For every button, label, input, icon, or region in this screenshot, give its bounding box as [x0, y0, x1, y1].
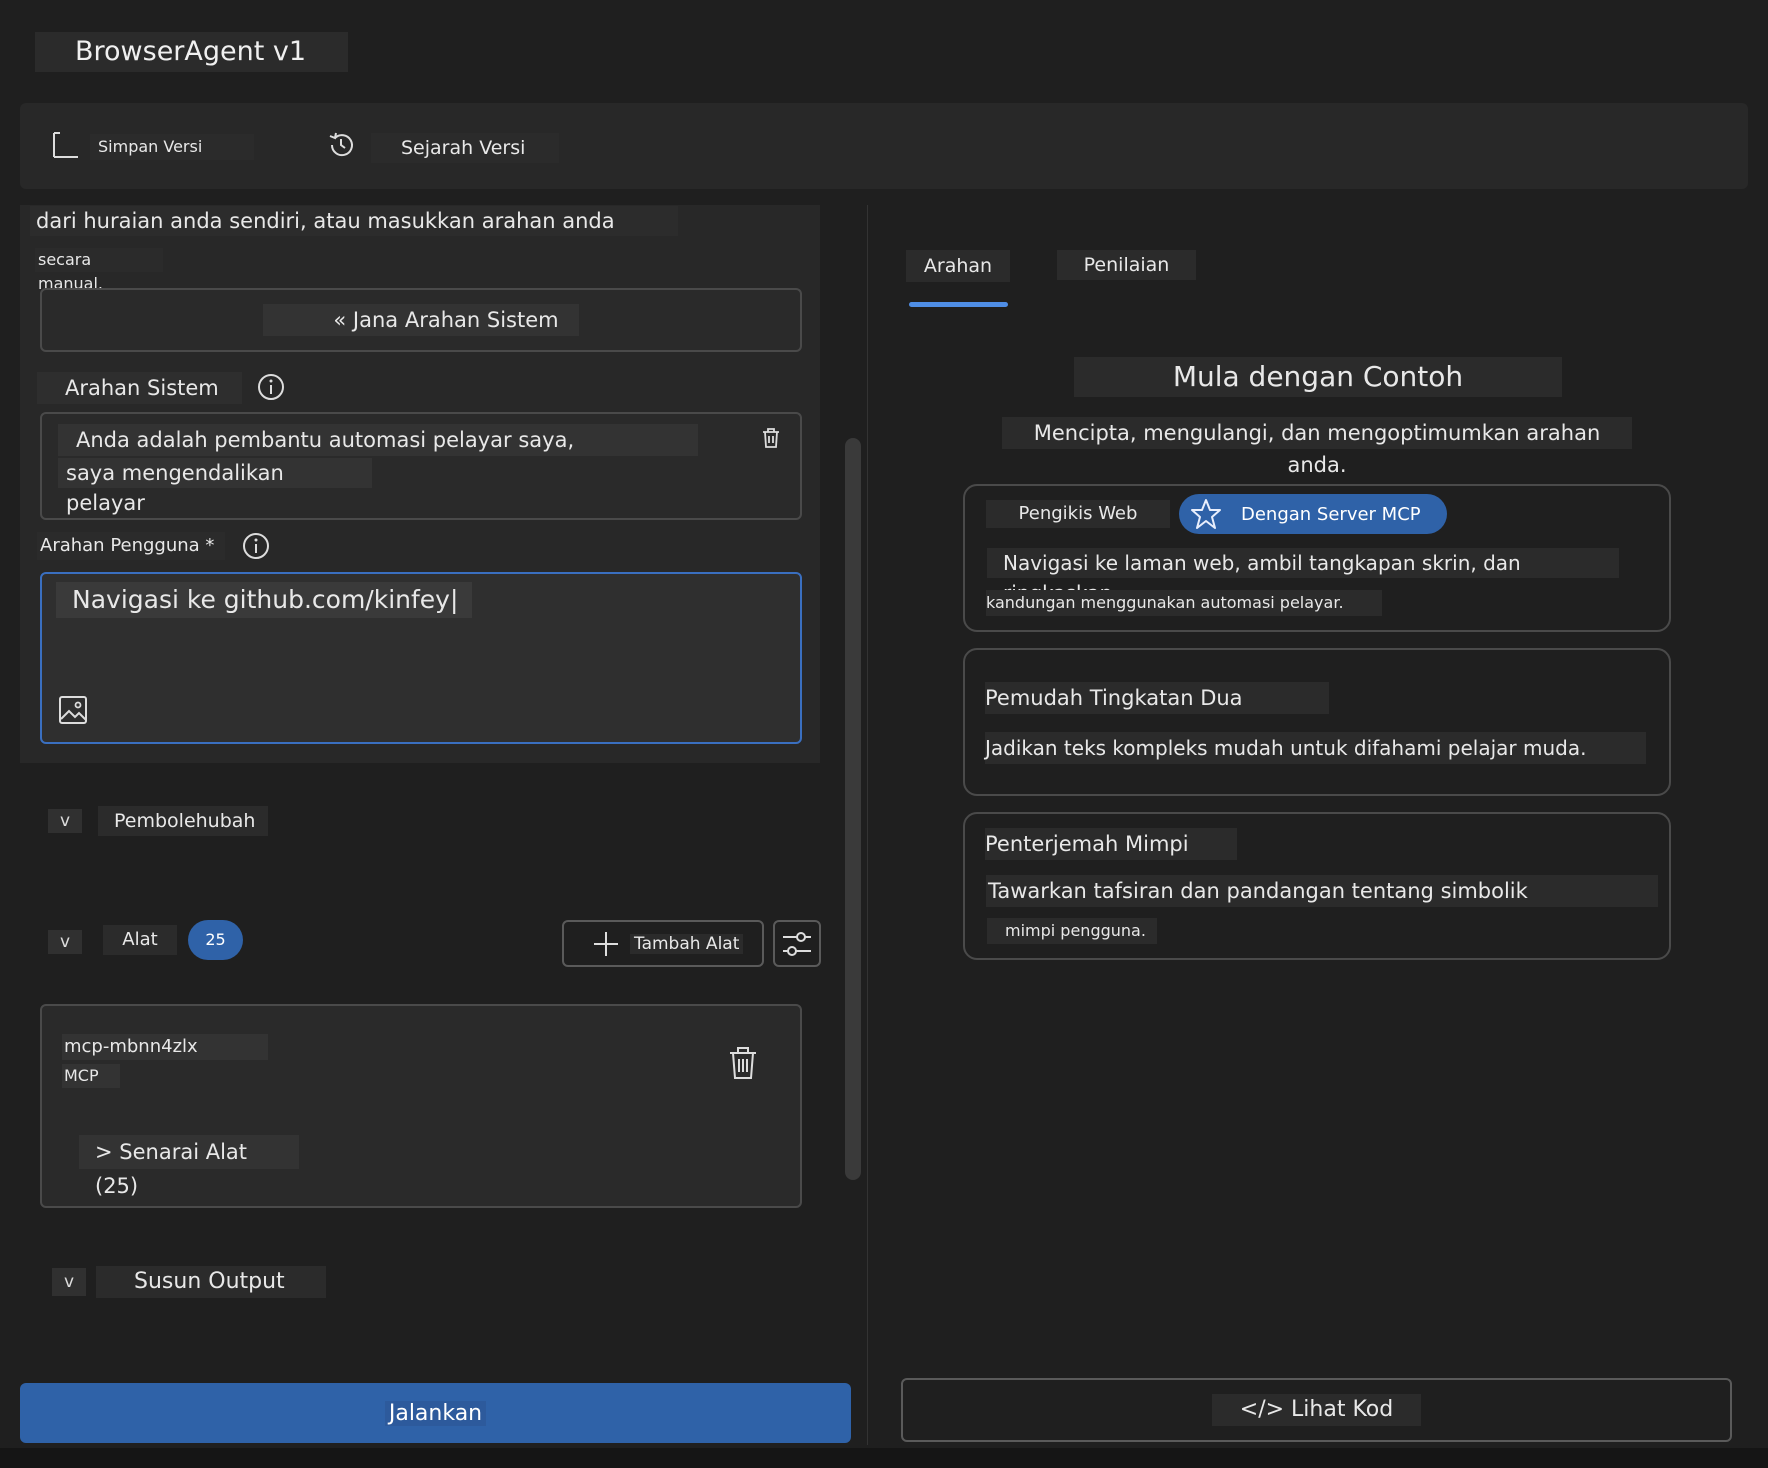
info-icon[interactable]: [241, 531, 271, 561]
output-toggle[interactable]: Susun Output: [96, 1266, 326, 1298]
user-prompt-label: Arahan Pengguna *: [37, 532, 225, 560]
star-icon: [1189, 497, 1223, 531]
examples-heading: Mula dengan Contoh: [1074, 357, 1562, 397]
view-code-button[interactable]: </> Lihat Kod: [901, 1378, 1732, 1442]
tool-name: mcp-mbnn4zlx: [62, 1034, 268, 1060]
generate-system-prompt-button[interactable]: « Jana Arahan Sistem: [40, 288, 802, 352]
view-code-label: </> Lihat Kod: [1211, 1394, 1422, 1426]
system-prompt-label: Arahan Sistem: [37, 372, 242, 404]
card-description: Jadikan teks kompleks mudah untuk difaha…: [985, 732, 1646, 764]
card-title: Pemudah Tingkatan Dua: [985, 682, 1329, 714]
info-icon[interactable]: [256, 372, 286, 402]
system-prompt-text: Anda adalah pembantu automasi pelayar sa…: [58, 424, 698, 484]
output-chevron[interactable]: v: [52, 1268, 86, 1296]
user-prompt-text: Navigasi ke github.com/kinfey|: [56, 582, 472, 618]
tools-count-badge: 25: [188, 920, 243, 960]
save-version-button[interactable]: Simpan Versi: [90, 134, 254, 160]
card-title: Penterjemah Mimpi: [985, 828, 1237, 860]
run-button[interactable]: Jalankan: [20, 1383, 851, 1443]
generate-label: « Jana Arahan Sistem: [263, 304, 579, 336]
variables-chevron[interactable]: v: [48, 809, 82, 833]
sliders-icon[interactable]: [773, 920, 821, 967]
tools-toggle[interactable]: Alat: [103, 925, 177, 955]
tool-list-toggle[interactable]: > Senarai Alat (25): [79, 1135, 299, 1198]
system-prompt-text-2: saya mengendalikan pelayar: [58, 458, 372, 515]
mcp-badge-label: Dengan Server MCP: [1241, 503, 1421, 525]
add-tool-button[interactable]: Tambah Alat: [562, 920, 764, 967]
card-tag: Pengikis Web: [986, 500, 1170, 528]
example-card-simplifier[interactable]: [963, 648, 1671, 796]
panel-divider: [867, 205, 868, 1445]
intro-text-2: secara manual.: [35, 248, 163, 293]
examples-subheading: Mencipta, mengulangi, dan mengoptimumkan…: [1002, 417, 1632, 477]
app-title: BrowserAgent v1: [35, 32, 348, 72]
add-tool-label: Tambah Alat: [630, 933, 744, 954]
trash-icon[interactable]: [726, 1045, 760, 1081]
window-bottom-edge: [0, 1448, 1768, 1468]
version-history-button[interactable]: Sejarah Versi: [371, 133, 559, 163]
tools-chevron[interactable]: v: [48, 930, 82, 954]
tool-type: MCP: [62, 1064, 120, 1088]
save-icon[interactable]: [50, 130, 80, 160]
card-description-2: mimpi pengguna.: [987, 918, 1157, 944]
toolbar: [20, 103, 1748, 189]
card-description-2: kandungan menggunakan automasi pelayar.: [986, 590, 1382, 616]
card-description: Navigasi ke laman web, ambil tangkapan s…: [987, 548, 1619, 605]
trash-icon[interactable]: [760, 426, 782, 450]
scrollbar[interactable]: [845, 438, 861, 1180]
history-icon[interactable]: [326, 130, 356, 160]
plus-icon: [592, 930, 620, 958]
tab-penilaian[interactable]: Penilaian: [1057, 250, 1196, 280]
mcp-server-badge: Dengan Server MCP: [1179, 494, 1447, 534]
active-tab-indicator: [909, 302, 1008, 307]
tab-arahan[interactable]: Arahan: [906, 250, 1010, 282]
run-label: Jalankan: [384, 1400, 487, 1426]
variables-toggle[interactable]: Pembolehubah: [98, 806, 268, 836]
intro-text: dari huraian anda sendiri, atau masukkan…: [30, 206, 678, 236]
card-description: Tawarkan tafsiran dan pandangan tentang …: [986, 875, 1658, 907]
image-icon[interactable]: [58, 695, 88, 725]
